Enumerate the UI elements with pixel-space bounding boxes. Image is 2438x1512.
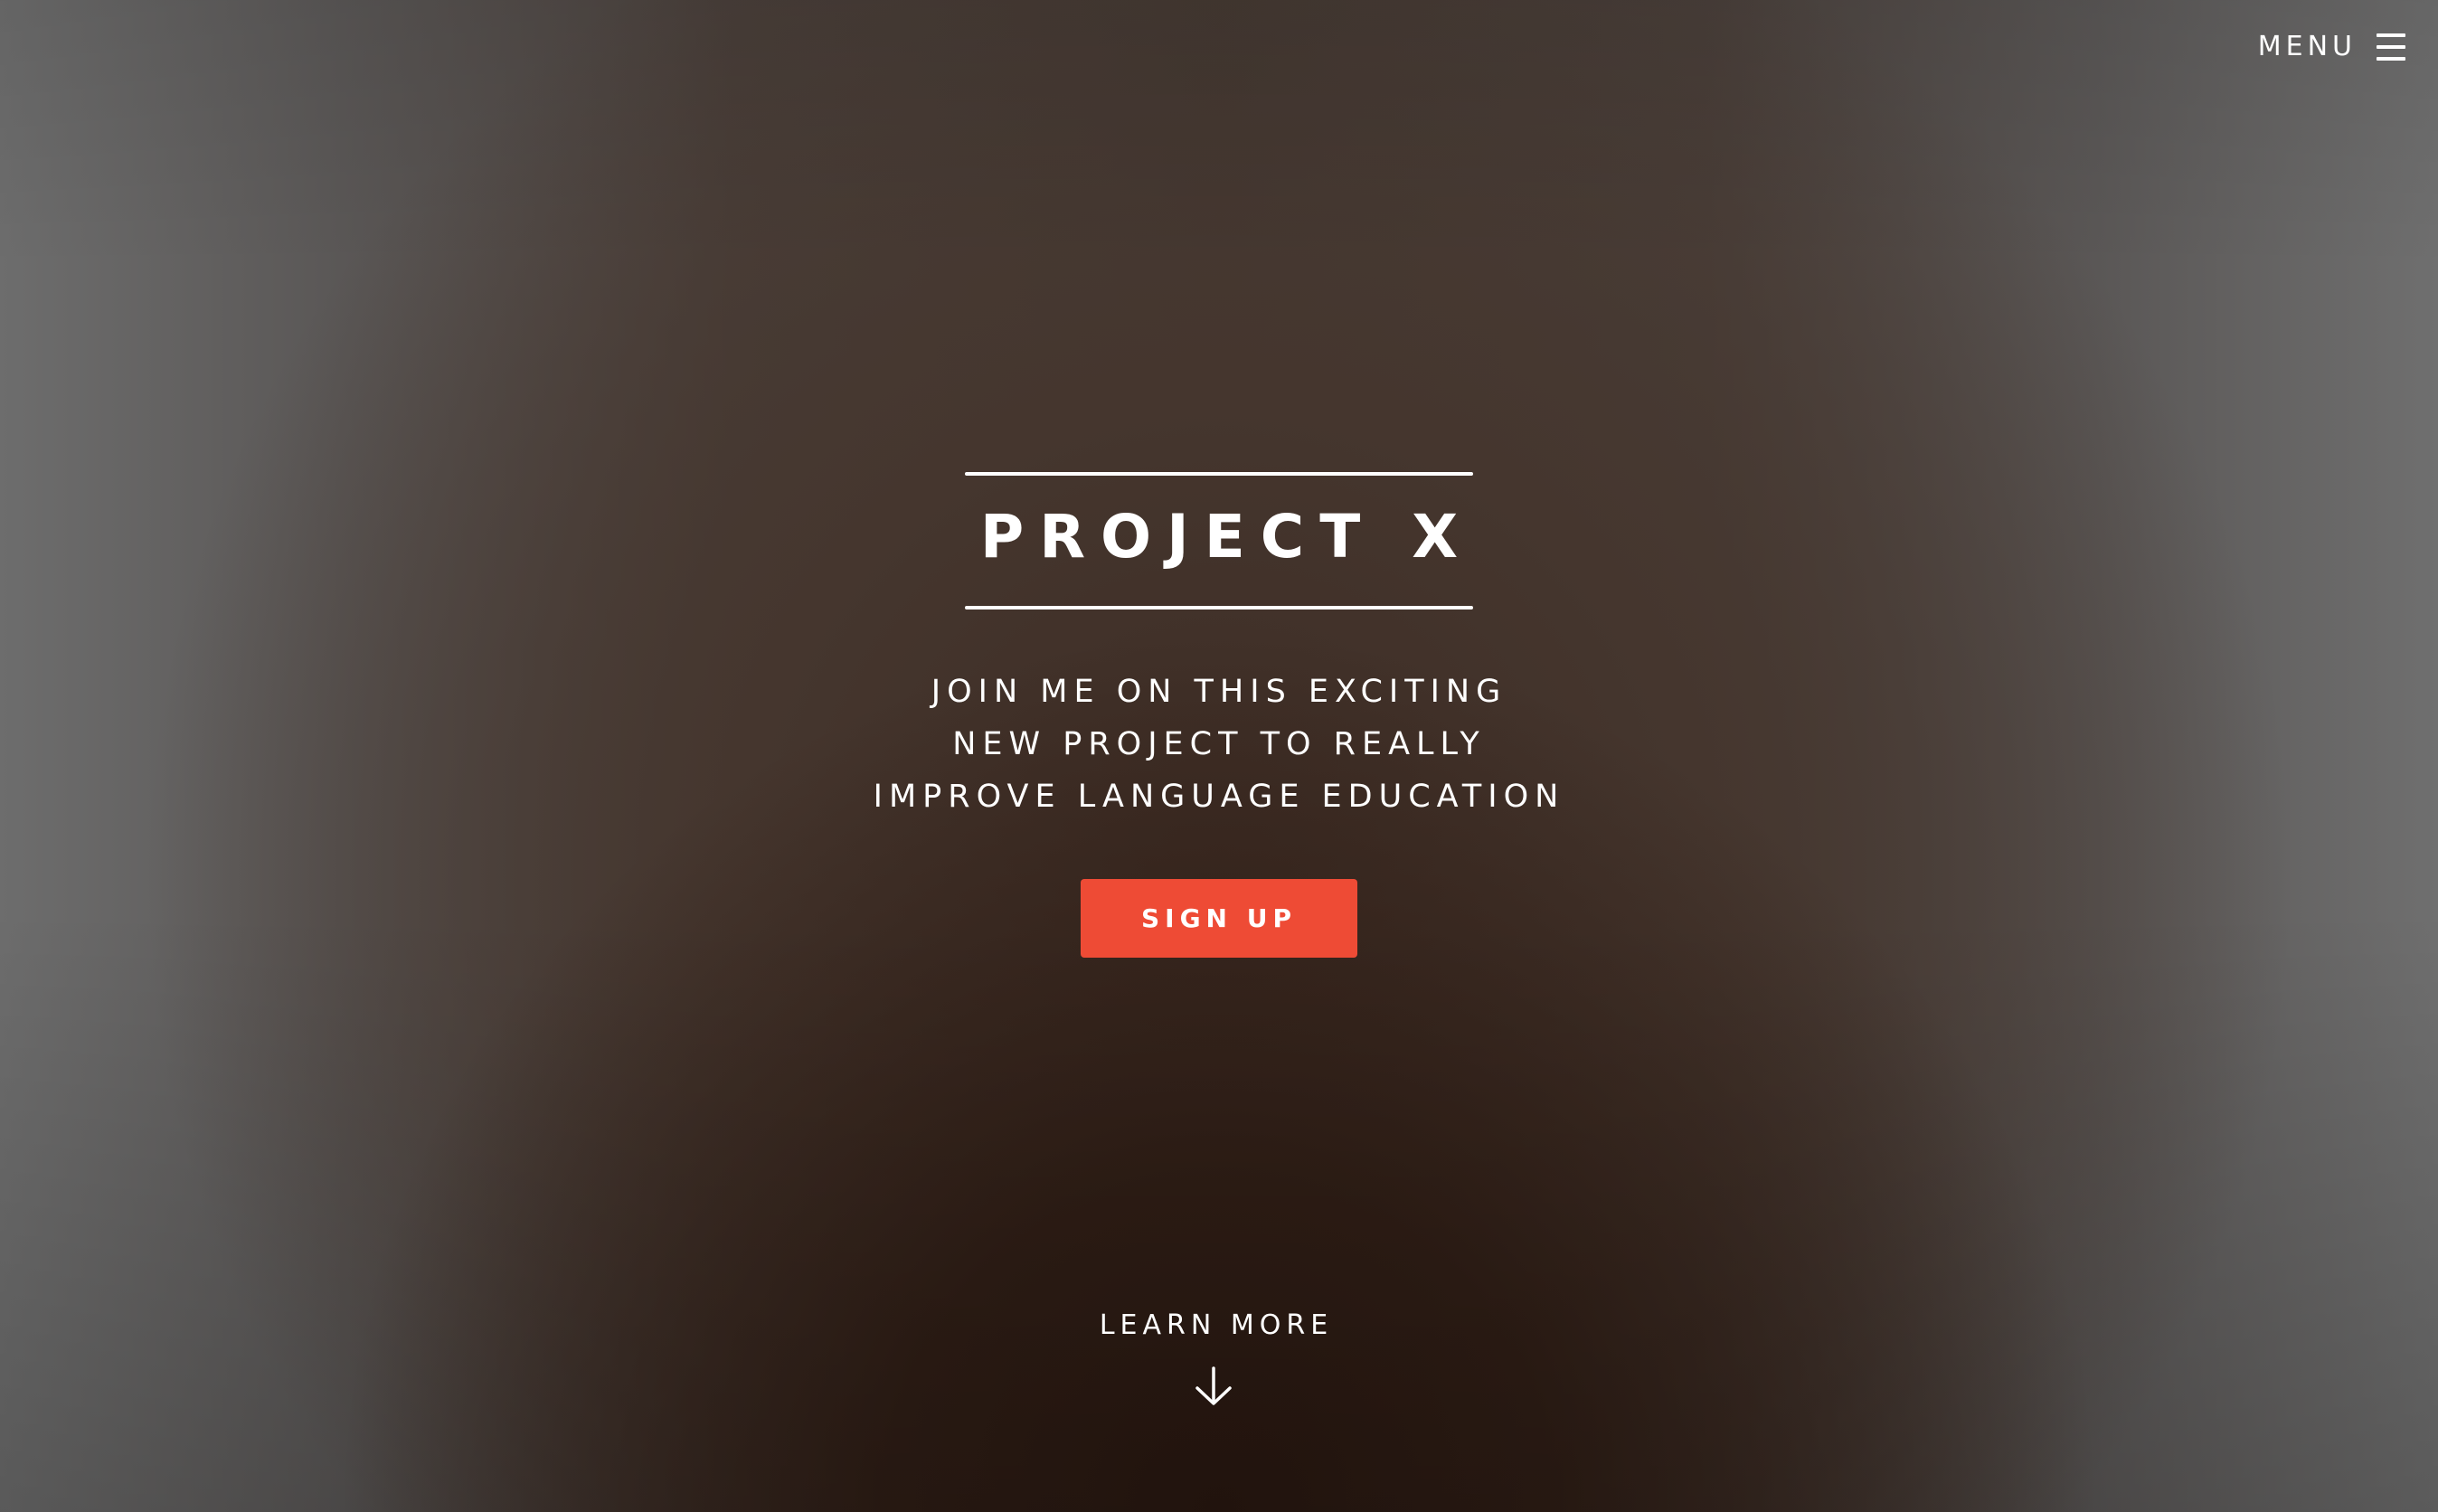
sign-up-button[interactable]: SIGN UP: [1081, 879, 1357, 958]
title-top-rule: [965, 472, 1473, 476]
learn-more-link[interactable]: LEARN MORE: [0, 1309, 2438, 1408]
hero-section: PROJECT X JOIN ME ON THIS EXCITING NEW P…: [0, 472, 2438, 958]
tagline-line: JOIN ME ON THIS EXCITING: [931, 674, 1507, 710]
tagline-line: NEW PROJECT TO REALLY: [952, 726, 1486, 762]
hamburger-icon[interactable]: [2377, 33, 2405, 61]
menu-label: MENU: [2257, 31, 2357, 62]
arrow-down-icon[interactable]: [1192, 1365, 1235, 1408]
learn-more-label: LEARN MORE: [1099, 1309, 1334, 1341]
hero-tagline: JOIN ME ON THIS EXCITING NEW PROJECT TO …: [874, 666, 1565, 823]
tagline-line: IMPROVE LANGUAGE EDUCATION: [873, 779, 1565, 815]
page-title: PROJECT X: [979, 502, 1474, 572]
menu-toggle[interactable]: MENU: [2258, 31, 2405, 63]
title-bottom-rule: [965, 606, 1473, 610]
